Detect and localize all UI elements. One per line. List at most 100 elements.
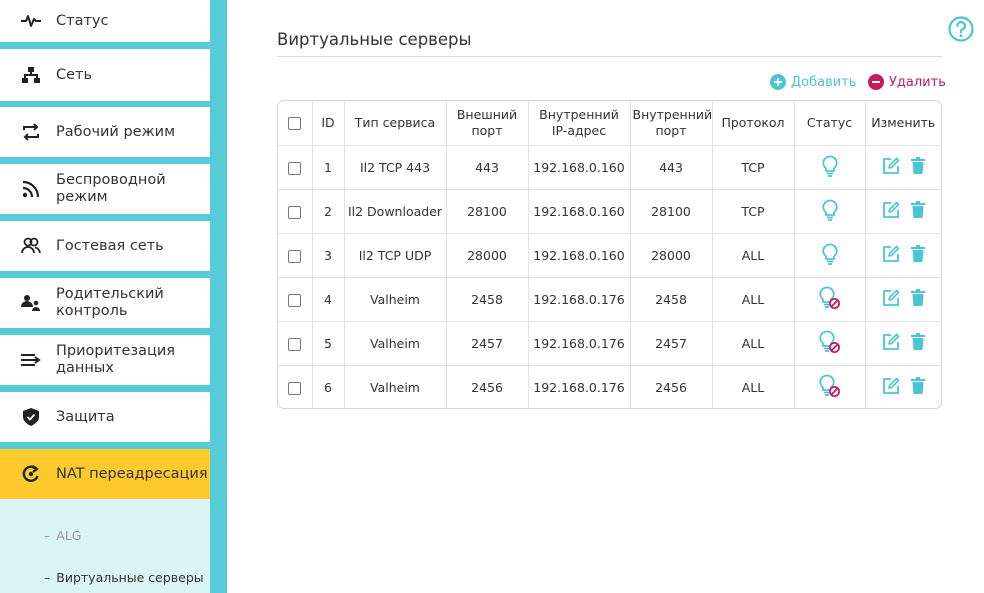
row-checkbox[interactable] (288, 293, 302, 307)
bulb-on-icon[interactable] (821, 199, 839, 224)
trash-icon[interactable] (910, 201, 925, 221)
cell-id: 3 (312, 233, 345, 278)
row-checkbox[interactable] (288, 249, 302, 263)
cell-internal-port: 443 (630, 145, 713, 190)
minus-circle-icon (868, 74, 884, 90)
table-row: 3 Il2 TCP UDP 28000 192.168.0.160 28000 ALL (278, 233, 941, 278)
bulb-on-icon[interactable] (821, 155, 839, 180)
row-checkbox[interactable] (288, 161, 302, 175)
select-all-cell (278, 101, 313, 146)
column-header-protocol: Протокол (712, 101, 795, 146)
mode-switch-icon (21, 122, 41, 142)
network-icon (21, 65, 41, 85)
delete-button-label: Удалить (889, 74, 946, 90)
table-row: 1 Il2 TCP 443 443 192.168.0.160 443 TCP (278, 145, 941, 190)
trash-icon[interactable] (910, 245, 925, 265)
sidebar-item-nat-forwarding[interactable]: NAT переадресация (0, 449, 210, 499)
sidebar-item-label: Статус (56, 12, 109, 29)
page-title: Виртуальные серверы (277, 30, 472, 49)
submenu-item-virtual-servers[interactable]: – Виртуальные серверы (44, 570, 204, 585)
cell-external-port: 28000 (446, 233, 529, 278)
cell-service-type: Valheim (344, 321, 447, 366)
plus-circle-icon (770, 74, 786, 90)
trash-icon[interactable] (910, 377, 925, 397)
row-checkbox[interactable] (288, 337, 302, 351)
table-row: 4 Valheim 2458 192.168.0.176 2458 ALL (278, 277, 941, 322)
add-button-label: Добавить (791, 74, 857, 90)
sidebar-item-qos[interactable]: Приоритезация данных (0, 335, 210, 385)
cell-external-port: 2456 (446, 365, 529, 408)
bulb-disabled-icon[interactable] (818, 330, 841, 357)
submenu-item-alg[interactable]: – ALG (44, 528, 81, 543)
cell-protocol: ALL (712, 277, 795, 322)
submenu-item-label: ALG (56, 528, 82, 543)
cell-protocol: TCP (712, 145, 795, 190)
cell-internal-ip: 192.168.0.176 (528, 277, 631, 322)
trash-icon[interactable] (910, 289, 925, 309)
column-header-id: ID (312, 101, 345, 146)
guests-icon (21, 236, 41, 256)
cell-service-type: Il2 TCP 443 (344, 145, 447, 190)
trash-icon[interactable] (910, 157, 925, 177)
cell-status (794, 277, 866, 322)
cell-modify (865, 145, 941, 190)
sidebar-item-wireless[interactable]: Беспроводной режим (0, 164, 210, 214)
select-all-checkbox[interactable] (288, 116, 302, 130)
sidebar-item-guest-network[interactable]: Гостевая сеть (0, 221, 210, 271)
edit-icon[interactable] (882, 377, 900, 398)
column-header-status: Статус (794, 101, 866, 146)
add-button[interactable]: Добавить (770, 74, 856, 90)
cell-status (794, 365, 866, 408)
column-header-external-port: Внешний порт (446, 101, 529, 146)
edit-icon[interactable] (882, 245, 900, 266)
cell-external-port: 443 (446, 145, 529, 190)
cell-internal-ip: 192.168.0.160 (528, 145, 631, 190)
row-select-cell (278, 233, 313, 278)
delete-button[interactable]: Удалить (868, 74, 946, 90)
sidebar-item-parental-control[interactable]: Родительский контроль (0, 278, 210, 328)
bulb-disabled-icon[interactable] (818, 374, 841, 401)
cell-service-type: Il2 Downloader (344, 189, 447, 234)
shield-icon (21, 407, 41, 427)
cell-status (794, 321, 866, 366)
bulb-disabled-icon[interactable] (818, 286, 841, 313)
cell-modify (865, 321, 941, 366)
cell-internal-ip: 192.168.0.160 (528, 189, 631, 234)
cell-external-port: 28100 (446, 189, 529, 234)
row-select-cell (278, 321, 313, 366)
cell-modify (865, 233, 941, 278)
row-select-cell (278, 145, 313, 190)
cell-internal-ip: 192.168.0.176 (528, 365, 631, 408)
row-select-cell (278, 277, 313, 322)
parental-icon (21, 293, 41, 313)
sidebar-item-status[interactable]: Статус (0, 0, 210, 42)
bulb-on-icon[interactable] (821, 243, 839, 268)
table-row: 5 Valheim 2457 192.168.0.176 2457 ALL (278, 321, 941, 366)
cell-external-port: 2457 (446, 321, 529, 366)
cell-internal-port: 2456 (630, 365, 713, 408)
sidebar-item-network[interactable]: Сеть (0, 49, 210, 101)
edit-icon[interactable] (882, 289, 900, 310)
cell-service-type: Valheim (344, 365, 447, 408)
sidebar-item-security[interactable]: Защита (0, 392, 210, 442)
row-checkbox[interactable] (288, 205, 302, 219)
row-checkbox[interactable] (288, 381, 302, 395)
table-header-row: ID Тип сервиса Внешний порт Внутренний I… (278, 101, 941, 146)
edit-icon[interactable] (882, 201, 900, 222)
cell-id: 4 (312, 277, 345, 322)
cell-internal-port: 2458 (630, 277, 713, 322)
help-icon (948, 16, 974, 42)
cell-modify (865, 365, 941, 408)
cell-protocol: ALL (712, 321, 795, 366)
edit-icon[interactable] (882, 157, 900, 178)
table-row: 2 Il2 Downloader 28100 192.168.0.160 28100 TC… (278, 189, 941, 234)
cell-modify (865, 277, 941, 322)
cell-service-type: Il2 TCP UDP (344, 233, 447, 278)
cell-protocol: ALL (712, 365, 795, 408)
virtual-servers-table: ID Тип сервиса Внешний порт Внутренний I… (277, 100, 942, 409)
help-button[interactable] (948, 16, 974, 42)
edit-icon[interactable] (882, 333, 900, 354)
cell-protocol: ALL (712, 233, 795, 278)
trash-icon[interactable] (910, 333, 925, 353)
sidebar-item-operation-mode[interactable]: Рабочий режим (0, 107, 210, 157)
